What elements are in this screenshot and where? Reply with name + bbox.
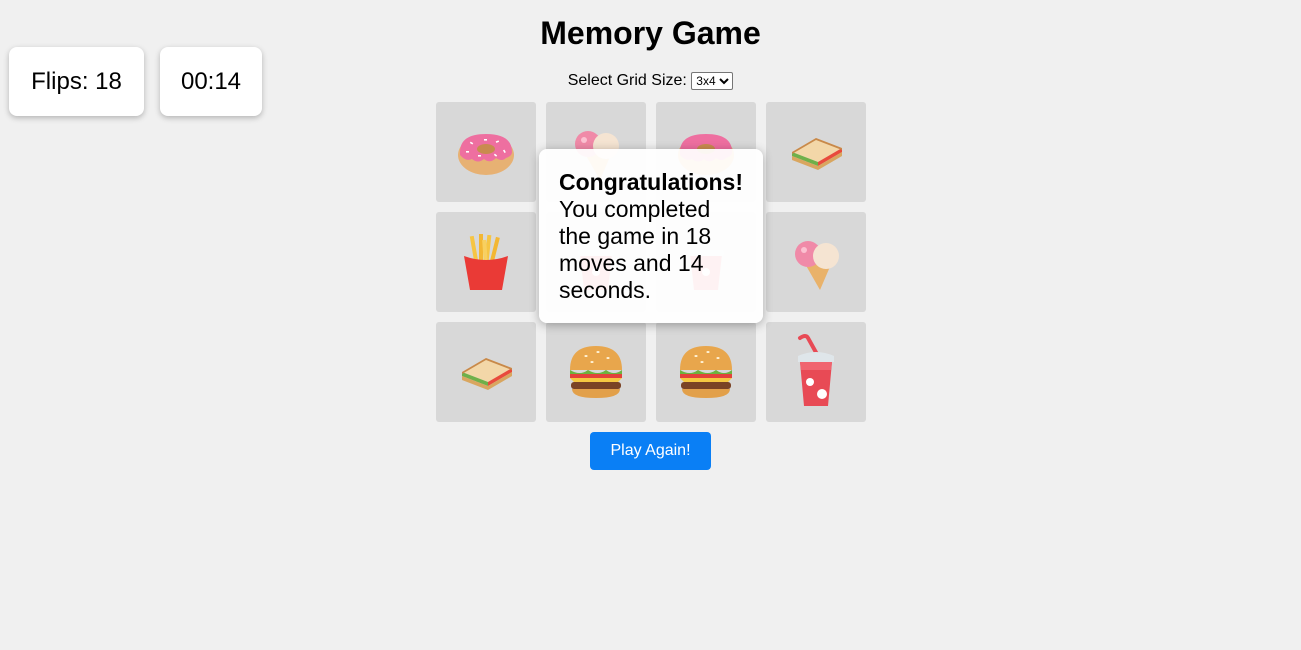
- play-again-button[interactable]: Play Again!: [590, 432, 711, 470]
- sandwich-icon: [786, 122, 846, 182]
- card[interactable]: [436, 322, 536, 422]
- card[interactable]: [766, 212, 866, 312]
- completion-modal: Congratulations! You completed the game …: [539, 149, 763, 323]
- modal-heading: Congratulations!: [559, 169, 743, 195]
- drink-cup-icon: [786, 332, 846, 412]
- card[interactable]: [656, 322, 756, 422]
- grid-size-label: Select Grid Size:: [567, 72, 687, 89]
- grid-size-control: Select Grid Size: 3x4: [0, 71, 1301, 91]
- card[interactable]: [436, 212, 536, 312]
- fries-icon: [456, 232, 516, 292]
- card[interactable]: [766, 102, 866, 202]
- sandwich-icon: [456, 342, 516, 402]
- burger-icon: [566, 342, 626, 402]
- card[interactable]: [546, 322, 646, 422]
- grid-size-select[interactable]: 3x4: [691, 71, 734, 90]
- card[interactable]: [766, 322, 866, 422]
- modal-message: You completed the game in 18 moves and 1…: [559, 196, 712, 303]
- donut-icon: [456, 122, 516, 182]
- card[interactable]: [436, 102, 536, 202]
- ice-cream-icon: [786, 232, 846, 292]
- game-page: Memory Game Flips: 18 00:14 Select Grid …: [0, 0, 1301, 650]
- burger-icon: [676, 342, 736, 402]
